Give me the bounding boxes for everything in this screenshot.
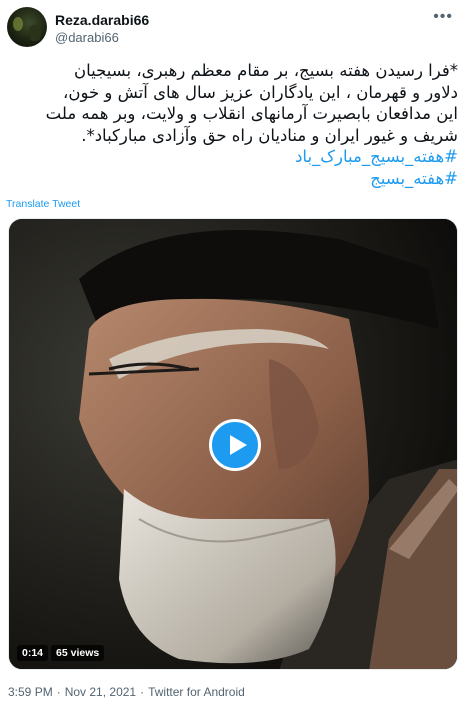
tweet-date[interactable]: Nov 21, 2021 [65, 685, 136, 699]
avatar[interactable] [7, 7, 47, 47]
tweet-text-line: شریف و غیور ایران و منادیان راه حق وآزاد… [81, 125, 458, 145]
tweet-text-line: این مدافعان بابصیرت آرمانهای انقلاب و ول… [45, 104, 458, 123]
tweet-time[interactable]: 3:59 PM [8, 685, 53, 699]
video-duration: 0:14 [17, 645, 49, 661]
video-meta: 0:14 65 views [17, 645, 105, 661]
tweet-footer: 3:59 PM · Nov 21, 2021 · Twitter for Android [8, 685, 245, 699]
tweet-text-line: دلاور و قهرمان ، این یادگاران عزیز سال ه… [63, 82, 458, 102]
tweet-header: Reza.darabi66 @darabi66 ••• [0, 0, 467, 56]
play-icon [230, 435, 247, 455]
user-name[interactable]: Reza.darabi66 [55, 12, 149, 28]
footer-separator: · [140, 685, 145, 699]
tweet-source[interactable]: Twitter for Android [148, 685, 245, 699]
video-player[interactable]: 0:14 65 views [8, 218, 458, 670]
hashtag-link[interactable]: #هفته_بسیج [8, 168, 458, 190]
hashtag-link[interactable]: #هفته_بسیج_مبارک_باد [8, 146, 458, 168]
footer-separator: · [56, 685, 61, 699]
more-options-icon[interactable]: ••• [433, 8, 453, 26]
tweet-text: *فرا رسیدن هفته بسیج، بر مقام معظم رهبری… [8, 60, 458, 189]
tweet-text-line: *فرا رسیدن هفته بسیج، بر مقام معظم رهبری… [74, 61, 458, 80]
translate-tweet-link[interactable]: Translate Tweet [6, 198, 80, 210]
video-views: 65 views [51, 645, 105, 661]
play-button[interactable] [209, 419, 261, 471]
user-handle[interactable]: @darabi66 [55, 30, 119, 45]
